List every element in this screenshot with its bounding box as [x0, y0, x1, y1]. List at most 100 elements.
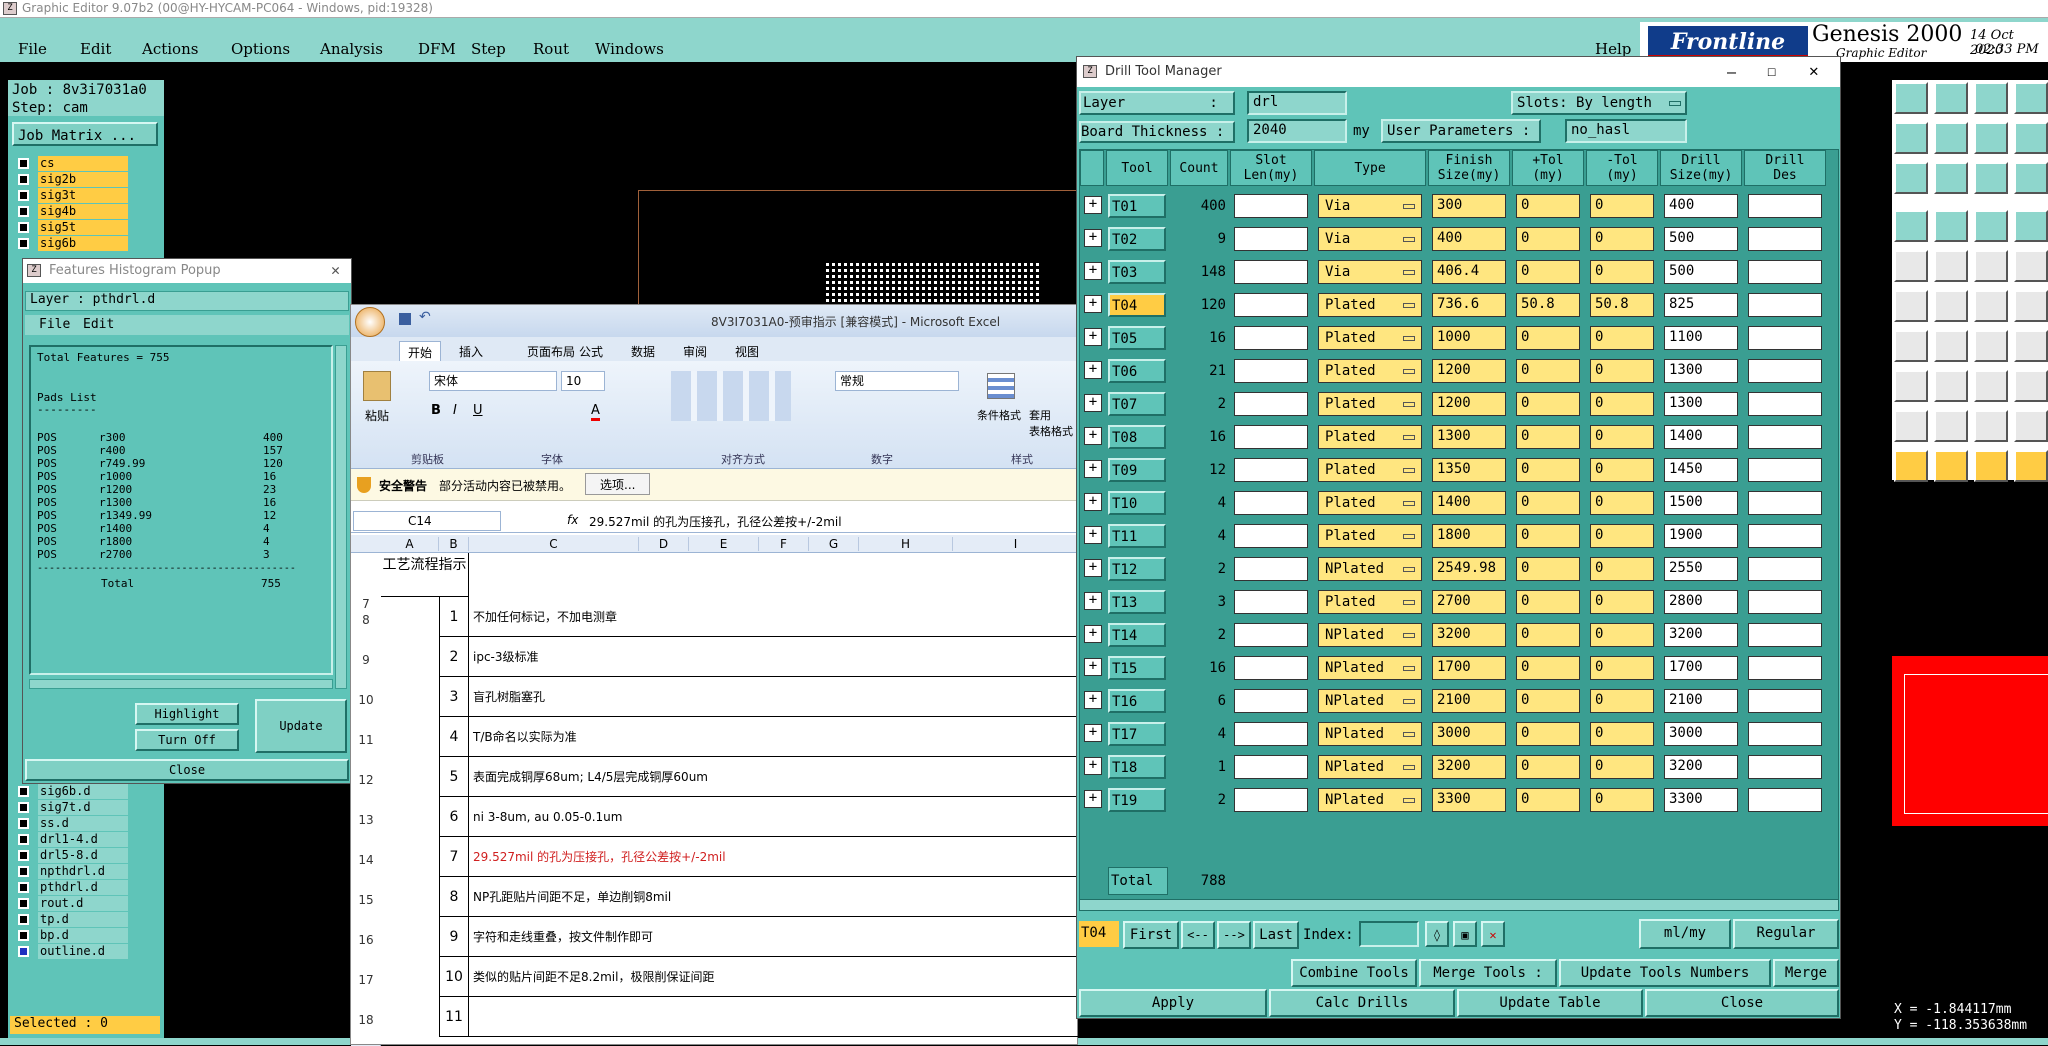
- drill-des-input[interactable]: [1748, 491, 1822, 515]
- step-number[interactable]: 1: [439, 597, 469, 637]
- minus-tol-input[interactable]: 0: [1590, 326, 1654, 350]
- type-dropdown[interactable]: NPlated: [1318, 788, 1422, 812]
- name-box[interactable]: C14: [353, 511, 501, 531]
- plus-tol-input[interactable]: 0: [1516, 788, 1580, 812]
- menu-analysis[interactable]: Analysis: [320, 40, 383, 58]
- menu-step[interactable]: Step: [471, 40, 506, 58]
- open-icon[interactable]: [1894, 82, 1928, 114]
- checkbox-icon[interactable]: [18, 190, 29, 201]
- checkbox-icon[interactable]: [18, 802, 29, 813]
- dropdown-icon[interactable]: [1669, 101, 1681, 106]
- finish-size-input[interactable]: 2700: [1432, 590, 1506, 614]
- grid-icon[interactable]: [2014, 82, 2048, 114]
- route-icon[interactable]: [1974, 210, 2008, 242]
- underline-button[interactable]: U: [473, 403, 483, 418]
- plus-tol-input[interactable]: 0: [1516, 326, 1580, 350]
- pad-icon[interactable]: [1894, 250, 1928, 282]
- type-dropdown[interactable]: Plated: [1318, 458, 1422, 482]
- finish-size-input[interactable]: 3200: [1432, 755, 1506, 779]
- finish-size-input[interactable]: 400: [1432, 227, 1506, 251]
- apply-button[interactable]: Apply: [1079, 989, 1267, 1017]
- step-number[interactable]: 7: [439, 837, 469, 877]
- drill-size-input[interactable]: 400: [1664, 194, 1738, 218]
- layer-name[interactable]: sig3t: [38, 188, 128, 203]
- layer-name[interactable]: sig6b.d: [38, 784, 128, 799]
- layer-row[interactable]: sig4b: [14, 204, 164, 219]
- finish-size-input[interactable]: 3000: [1432, 722, 1506, 746]
- drill-size-input[interactable]: 3300: [1664, 788, 1738, 812]
- plus-tol-input[interactable]: 50.8: [1516, 293, 1580, 317]
- column-header[interactable]: A: [381, 537, 439, 551]
- slot-len-input[interactable]: [1234, 788, 1308, 812]
- layer-field[interactable]: drl: [1247, 91, 1347, 115]
- calc-drills-button[interactable]: Calc Drills: [1269, 989, 1455, 1017]
- slot-len-input[interactable]: [1234, 293, 1308, 317]
- tool-row[interactable]: + T13 3 Plated 2700 0 0 2800: [1080, 586, 1840, 618]
- dot-icon[interactable]: [2014, 250, 2048, 282]
- menu-dfm[interactable]: DFM: [418, 40, 456, 58]
- layer-name[interactable]: sig2b: [38, 172, 128, 187]
- layer-row[interactable]: sig6b.d: [14, 784, 164, 799]
- triangle-icon[interactable]: [2014, 410, 2048, 442]
- minus-tol-input[interactable]: 0: [1590, 524, 1654, 548]
- layer-row[interactable]: drl5-8.d: [14, 848, 164, 863]
- drill-des-input[interactable]: [1748, 260, 1822, 284]
- type-dropdown[interactable]: NPlated: [1318, 722, 1422, 746]
- drill-size-input[interactable]: 500: [1664, 227, 1738, 251]
- step-number[interactable]: 10: [439, 957, 469, 997]
- checkbox-icon[interactable]: [18, 786, 29, 797]
- plus-tol-input[interactable]: 0: [1516, 557, 1580, 581]
- layer-row[interactable]: sig6b: [14, 236, 164, 251]
- slot-len-input[interactable]: [1234, 689, 1308, 713]
- row-header[interactable]: 17: [351, 973, 381, 987]
- tool-row[interactable]: + T12 2 NPlated 2549.98 0 0 2550: [1080, 553, 1840, 585]
- tool-id[interactable]: T04: [1108, 293, 1166, 317]
- step-number[interactable]: 6: [439, 797, 469, 837]
- checkbox-icon[interactable]: [18, 174, 29, 185]
- layer-name[interactable]: tp.d: [38, 912, 128, 927]
- minus-tol-input[interactable]: 0: [1590, 425, 1654, 449]
- slot-len-input[interactable]: [1234, 359, 1308, 383]
- plus-tol-input[interactable]: 0: [1516, 359, 1580, 383]
- type-dropdown[interactable]: NPlated: [1318, 557, 1422, 581]
- dtm-close-button[interactable]: Close: [1645, 989, 1839, 1017]
- save-icon[interactable]: [1934, 82, 1968, 114]
- layer-name[interactable]: sig4b: [38, 204, 128, 219]
- finish-size-input[interactable]: 1200: [1432, 392, 1506, 416]
- flag-icon[interactable]: [2014, 330, 2048, 362]
- number-format-combo[interactable]: 常规: [835, 371, 959, 391]
- italic-button[interactable]: I: [453, 403, 457, 418]
- lock-icon[interactable]: ◊: [1425, 921, 1449, 947]
- expand-icon[interactable]: +: [1084, 427, 1102, 445]
- checkbox-icon[interactable]: [18, 238, 29, 249]
- minus-tol-input[interactable]: 0: [1590, 491, 1654, 515]
- slot-len-input[interactable]: [1234, 491, 1308, 515]
- fx-icon[interactable]: fx: [567, 513, 578, 527]
- checkbox-icon[interactable]: [18, 834, 29, 845]
- prev-button[interactable]: <--: [1181, 921, 1215, 949]
- menu-windows[interactable]: Windows: [595, 40, 664, 58]
- ribbon-tab[interactable]: 视图: [727, 341, 767, 362]
- plus-tol-input[interactable]: 0: [1516, 227, 1580, 251]
- ribbon-tab[interactable]: 公式: [571, 341, 611, 362]
- tool-id[interactable]: T12: [1108, 557, 1166, 581]
- checkbox-icon[interactable]: [18, 898, 29, 909]
- checkbox-icon[interactable]: [18, 206, 29, 217]
- checkbox-icon[interactable]: [18, 946, 29, 957]
- delete-icon[interactable]: ✕: [1481, 921, 1505, 947]
- edit-icon[interactable]: ▣: [1453, 921, 1477, 947]
- column-header[interactable]: C: [469, 537, 639, 551]
- step-number[interactable]: 2: [439, 637, 469, 677]
- type-dropdown[interactable]: NPlated: [1318, 623, 1422, 647]
- paste-label[interactable]: 粘贴: [365, 407, 389, 424]
- checkbox-icon[interactable]: [18, 866, 29, 877]
- align-buttons[interactable]: [671, 371, 791, 421]
- checkbox-icon[interactable]: [18, 882, 29, 893]
- layer-name[interactable]: sig7t.d: [38, 800, 128, 815]
- row-header[interactable]: 11: [351, 733, 381, 747]
- plus-tol-input[interactable]: 0: [1516, 524, 1580, 548]
- tool-id[interactable]: T15: [1108, 656, 1166, 680]
- checkbox-icon[interactable]: [18, 930, 29, 941]
- tool-row[interactable]: + T01 400 Via 300 0 0 400: [1080, 190, 1840, 222]
- finish-size-input[interactable]: 1000: [1432, 326, 1506, 350]
